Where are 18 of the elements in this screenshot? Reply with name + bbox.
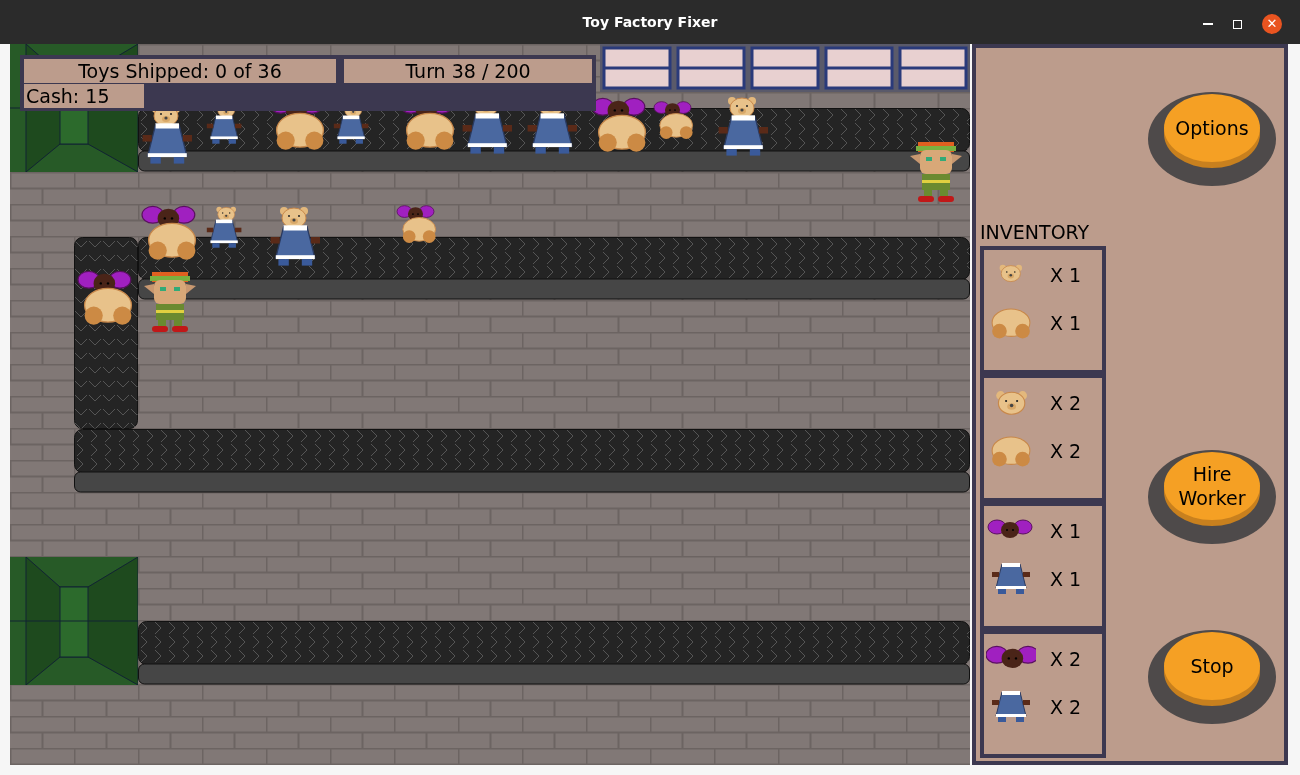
- shipped-counter: Toys Shipped: 0 of 36: [24, 59, 336, 83]
- item-count: X 1: [1050, 566, 1082, 592]
- inventory-heading: INVENTORY: [980, 220, 1091, 244]
- cash-counter: Cash: 15: [24, 84, 144, 108]
- item-count: X 2: [1050, 694, 1082, 720]
- item-count: X 1: [1050, 518, 1082, 544]
- item-count: X 2: [1050, 646, 1082, 672]
- item-count: X 2: [1050, 438, 1082, 464]
- window-title: Toy Factory Fixer: [582, 12, 718, 32]
- item-count: X 1: [1050, 262, 1082, 288]
- item-count: X 1: [1050, 310, 1082, 336]
- turn-counter: Turn 38 / 200: [344, 59, 592, 83]
- round-button[interactable]: Options: [1148, 92, 1276, 186]
- close-button[interactable]: ✕: [1262, 14, 1282, 34]
- item-count: X 2: [1050, 390, 1082, 416]
- round-button[interactable]: Stop: [1148, 630, 1276, 724]
- maximize-icon[interactable]: [1233, 19, 1242, 29]
- round-button[interactable]: Hire Worker: [1148, 450, 1276, 544]
